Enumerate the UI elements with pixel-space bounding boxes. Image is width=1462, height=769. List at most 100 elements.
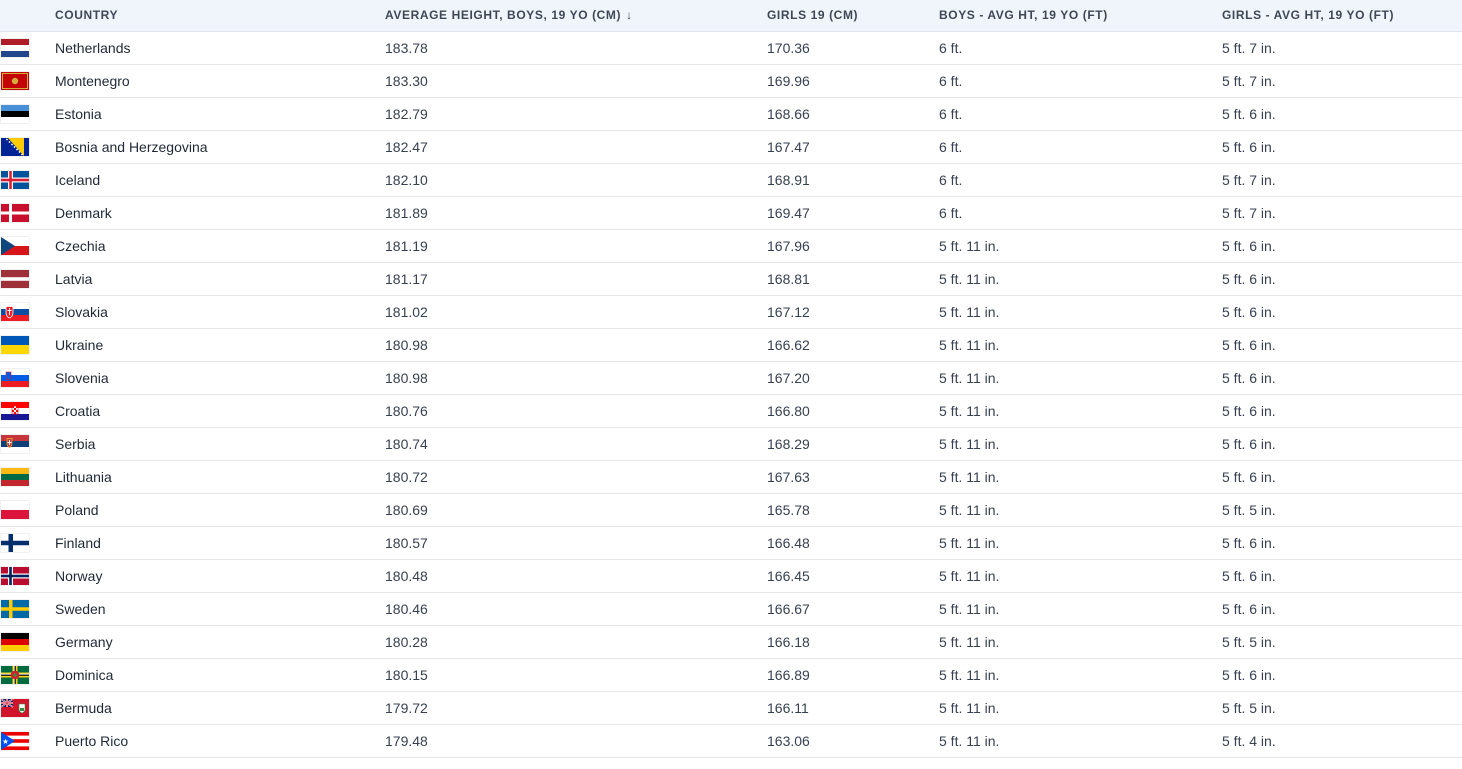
country-link[interactable]: Montenegro: [55, 73, 130, 89]
country-link[interactable]: Iceland: [55, 172, 100, 188]
country-link[interactable]: Finland: [55, 535, 101, 551]
country-link[interactable]: Netherlands: [55, 40, 131, 56]
girls-ft-cell-value: 5 ft. 6 in.: [1222, 402, 1276, 419]
country-link[interactable]: Dominica: [55, 667, 113, 683]
table-row: Finland 180.57 166.48 5 ft. 11 in. 5 ft. 6 i…: [0, 526, 1462, 560]
girls-cm-cell-value: 168.66: [767, 105, 810, 122]
country-link[interactable]: Latvia: [55, 271, 92, 287]
estonia-flag-icon: [1, 104, 29, 123]
netherlands-flag-icon: [1, 38, 29, 57]
flag-cell: [0, 31, 55, 65]
bosnia-and-herzegovina-flag-icon: [1, 137, 29, 156]
country-cell[interactable]: Slovenia: [55, 361, 385, 395]
girls-cm-cell: 169.47: [767, 196, 939, 230]
girls-cm-cell-value: 167.63: [767, 468, 810, 485]
country-cell[interactable]: Slovakia: [55, 295, 385, 329]
country-cell[interactable]: Czechia: [55, 229, 385, 263]
girls-ft-cell-value: 5 ft. 6 in.: [1222, 666, 1276, 683]
norway-flag-icon: [1, 566, 29, 585]
country-cell[interactable]: Puerto Rico: [55, 724, 385, 758]
boys-ft-cell-value: 5 ft. 11 in.: [939, 468, 1000, 485]
country-cell[interactable]: Bermuda: [55, 691, 385, 725]
header-country[interactable]: COUNTRY: [55, 0, 385, 32]
girls-cm-cell: 168.81: [767, 262, 939, 296]
bermuda-flag-icon: [1, 698, 29, 717]
country-cell[interactable]: Serbia: [55, 427, 385, 461]
country-link[interactable]: Serbia: [55, 436, 95, 452]
girls-ft-cell-value: 5 ft. 6 in.: [1222, 369, 1276, 386]
country-cell[interactable]: Iceland: [55, 163, 385, 197]
girls-ft-cell: 5 ft. 6 in.: [1222, 361, 1462, 395]
boys-cm-cell-value: 180.28: [385, 633, 428, 650]
boys-ft-cell: 6 ft.: [939, 163, 1222, 197]
country-link[interactable]: Germany: [55, 634, 113, 650]
country-link[interactable]: Croatia: [55, 403, 100, 419]
country-link[interactable]: Norway: [55, 568, 102, 584]
country-cell[interactable]: Croatia: [55, 394, 385, 428]
country-link[interactable]: Estonia: [55, 106, 102, 122]
country-link[interactable]: Ukraine: [55, 337, 103, 353]
country-cell[interactable]: Montenegro: [55, 64, 385, 98]
poland-flag-icon: [1, 500, 29, 519]
header-girls-cm[interactable]: GIRLS 19 (CM): [767, 0, 939, 32]
country-link[interactable]: Slovenia: [55, 370, 109, 386]
header-girls-ft[interactable]: GIRLS - AVG HT, 19 YO (FT): [1222, 0, 1462, 32]
boys-cm-cell: 180.15: [385, 658, 767, 692]
girls-cm-cell-value: 166.62: [767, 336, 810, 353]
country-link[interactable]: Lithuania: [55, 469, 112, 485]
country-cell[interactable]: Poland: [55, 493, 385, 527]
girls-ft-cell: 5 ft. 4 in.: [1222, 724, 1462, 758]
country-link[interactable]: Denmark: [55, 205, 112, 221]
country-cell[interactable]: Netherlands: [55, 31, 385, 65]
sweden-flag-icon: [1, 599, 29, 618]
girls-ft-cell-value: 5 ft. 6 in.: [1222, 567, 1276, 584]
country-cell[interactable]: Sweden: [55, 592, 385, 626]
serbia-flag-icon: [1, 434, 29, 453]
boys-cm-cell-value: 182.79: [385, 105, 428, 122]
girls-ft-cell: 5 ft. 7 in.: [1222, 64, 1462, 98]
girls-ft-cell: 5 ft. 7 in.: [1222, 31, 1462, 65]
germany-flag-icon: [1, 632, 29, 651]
country-link[interactable]: Poland: [55, 502, 99, 518]
country-cell[interactable]: Finland: [55, 526, 385, 560]
country-cell[interactable]: Norway: [55, 559, 385, 593]
country-cell[interactable]: Denmark: [55, 196, 385, 230]
girls-ft-cell: 5 ft. 6 in.: [1222, 262, 1462, 296]
header-boys-cm[interactable]: AVERAGE HEIGHT, BOYS, 19 YO (CM) ↓: [385, 0, 767, 32]
country-link[interactable]: Czechia: [55, 238, 106, 254]
flag-cell: [0, 130, 55, 164]
country-link[interactable]: Bermuda: [55, 700, 112, 716]
country-link[interactable]: Puerto Rico: [55, 733, 128, 749]
country-link[interactable]: Bosnia and Herzegovina: [55, 139, 208, 155]
girls-ft-cell-value: 5 ft. 6 in.: [1222, 534, 1276, 551]
girls-cm-cell-value: 167.20: [767, 369, 810, 386]
table-row: Netherlands 183.78 170.36 6 ft. 5 ft. 7 in.: [0, 31, 1462, 65]
boys-cm-cell-value: 182.47: [385, 138, 428, 155]
country-cell[interactable]: Latvia: [55, 262, 385, 296]
boys-cm-cell-value: 179.72: [385, 699, 428, 716]
boys-ft-cell-value: 6 ft.: [939, 204, 963, 221]
country-link[interactable]: Slovakia: [55, 304, 108, 320]
girls-ft-cell-value: 5 ft. 6 in.: [1222, 468, 1276, 485]
country-cell[interactable]: Estonia: [55, 97, 385, 131]
country-link[interactable]: Sweden: [55, 601, 106, 617]
boys-ft-cell: 5 ft. 11 in.: [939, 460, 1222, 494]
boys-ft-cell-value: 5 ft. 11 in.: [939, 534, 1000, 551]
czechia-flag-icon: [1, 236, 29, 255]
flag-cell: [0, 592, 55, 626]
girls-ft-cell-value: 5 ft. 6 in.: [1222, 600, 1276, 617]
table-row: Germany 180.28 166.18 5 ft. 11 in. 5 ft. 5 i…: [0, 625, 1462, 659]
boys-ft-cell: 6 ft.: [939, 130, 1222, 164]
girls-ft-cell: 5 ft. 6 in.: [1222, 427, 1462, 461]
table-row: Poland 180.69 165.78 5 ft. 11 in. 5 ft. 5 in…: [0, 493, 1462, 527]
country-cell[interactable]: Ukraine: [55, 328, 385, 362]
boys-ft-cell: 6 ft.: [939, 64, 1222, 98]
girls-cm-cell-value: 166.18: [767, 633, 810, 650]
country-cell[interactable]: Germany: [55, 625, 385, 659]
country-cell[interactable]: Dominica: [55, 658, 385, 692]
country-cell[interactable]: Lithuania: [55, 460, 385, 494]
country-cell[interactable]: Bosnia and Herzegovina: [55, 130, 385, 164]
height-table: COUNTRY AVERAGE HEIGHT, BOYS, 19 YO (CM)…: [0, 0, 1462, 758]
header-boys-ft[interactable]: BOYS - AVG HT, 19 YO (FT): [939, 0, 1222, 32]
flag-cell: [0, 526, 55, 560]
